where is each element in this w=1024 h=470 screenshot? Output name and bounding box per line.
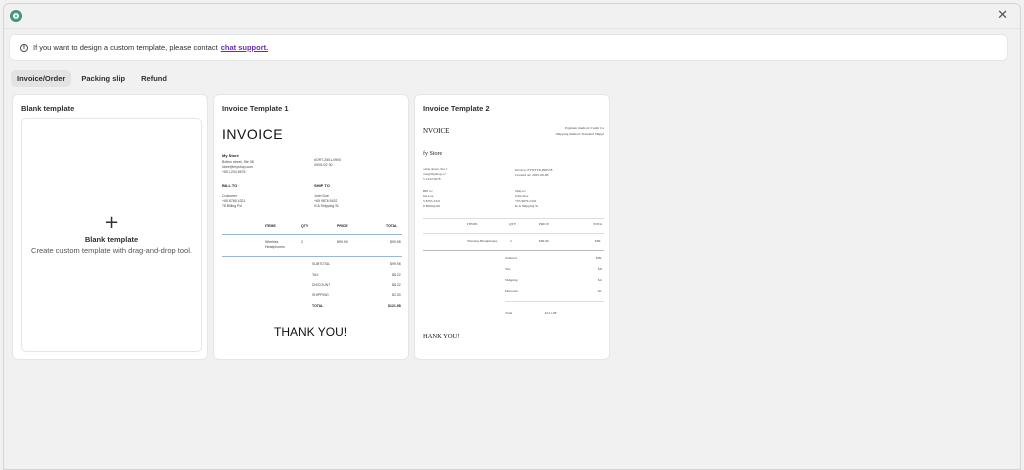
info-icon: i: [20, 43, 28, 52]
tab-packing-slip[interactable]: Packing slip: [75, 70, 131, 87]
preview-text: +65 1234 5678: [222, 170, 246, 174]
preview-text: Subtotal: [505, 256, 517, 260]
preview-text: Discount: [505, 289, 518, 293]
preview-text: $8.: [598, 267, 603, 271]
preview-text: TAX: [312, 273, 319, 277]
card-title: Blank template: [21, 104, 75, 113]
preview-text: 2: [510, 239, 512, 243]
preview-text: Headphones: [265, 245, 285, 249]
preview-text: ICA Shipping St: [314, 204, 339, 208]
preview-text: $121.98: [545, 311, 557, 315]
preview-text: $99.99: [539, 239, 549, 243]
preview-text: $99.: [596, 256, 603, 260]
preview-col-price: PRICE: [539, 222, 549, 226]
preview-invoice-heading: NVOICE: [423, 127, 450, 135]
card-title: Invoice Template 1: [222, 104, 289, 113]
banner-text: If you want to design a custom template,…: [33, 43, 218, 52]
preview-bill-to: BILL TO: [222, 183, 238, 188]
preview-store-name: fy Store: [423, 151, 443, 157]
preview-thank-you: THANK YOU!: [274, 325, 348, 339]
preview-store-name: My Store: [222, 153, 239, 158]
modal-header: ✕: [4, 4, 1020, 29]
preview-text: 78 Billing Rd: [222, 204, 242, 208]
plus-icon: +: [103, 212, 120, 233]
preview-total-value: $121.98: [388, 304, 401, 308]
preview-divider: [423, 250, 604, 251]
preview-col-total: TOTAL: [386, 224, 398, 228]
preview-col-items: ITEMS: [265, 224, 276, 228]
preview-text: $2.: [598, 278, 603, 282]
preview-text: 8 Billing Rd: [423, 204, 441, 208]
preview-divider: [505, 301, 604, 302]
preview-ship-to: SHIP TO: [314, 183, 330, 188]
preview-col-qty: QTY: [301, 224, 309, 228]
preview-text: 2: [301, 240, 303, 244]
invoice-template-1-card[interactable]: Invoice Template 1 INVOICE My Store Bolt…: [213, 94, 409, 360]
blank-template-heading: Blank template: [84, 235, 139, 244]
preview-divider: [423, 233, 604, 234]
preview-thank-you: HANK YOU!: [423, 333, 460, 340]
blank-template-description: Create custom template with drag-and-dro…: [31, 246, 192, 255]
invoice-template-1-preview[interactable]: INVOICE My Store Bolton street, Ste 08 s…: [222, 122, 403, 352]
preview-text: $99.98: [390, 262, 401, 266]
preview-text: SUBTOTAL: [312, 262, 331, 266]
template-type-tabs: Invoice/Order Packing slip Refund: [11, 70, 173, 87]
close-icon[interactable]: ✕: [997, 9, 1008, 23]
tab-refund[interactable]: Refund: [135, 70, 173, 87]
preview-text: Total: [505, 311, 513, 315]
preview-divider: [423, 218, 604, 219]
preview-text: Shipping method: Standard Shippi: [555, 132, 604, 136]
preview-text: $99.99: [337, 240, 348, 244]
preview-text: DISCOUNT: [312, 283, 331, 287]
preview-text: SHIPPING: [312, 293, 329, 297]
card-title: Invoice Template 2: [423, 104, 490, 113]
preview-text: -$1.: [597, 289, 603, 293]
preview-text: Shipping: [505, 278, 518, 282]
preview-text: 5 1234 5678: [423, 177, 441, 181]
preview-col-price: PRICE: [337, 224, 348, 228]
preview-text: Payment method: Credit Ca: [565, 126, 604, 130]
preview-text: $2.00: [392, 293, 401, 297]
preview-text: $99.98: [390, 240, 401, 244]
create-blank-template-button[interactable]: + Blank template Create custom template …: [21, 118, 202, 352]
chat-support-link[interactable]: chat support.: [221, 43, 269, 52]
preview-text: 09/01/22 30: [314, 163, 333, 167]
preview-col-total: TOTA: [593, 222, 602, 226]
preview-text: $8.22: [392, 283, 401, 287]
preview-col-qty: QTY: [509, 222, 517, 226]
preview-divider: [222, 234, 402, 235]
invoice-template-2-preview[interactable]: NVOICE Payment method: Credit Ca Shippin…: [423, 122, 604, 352]
tab-invoice-order[interactable]: Invoice/Order: [11, 70, 72, 87]
preview-text: Created on: 2025-09-08: [515, 173, 549, 177]
preview-text: Tax: [505, 267, 511, 271]
preview-col-items: ITEMS: [467, 222, 478, 226]
blank-template-card[interactable]: Blank template + Blank template Create c…: [12, 94, 208, 360]
preview-total-label: TOTAL: [312, 304, 324, 308]
preview-divider: [222, 256, 402, 257]
preview-invoice-heading: INVOICE: [222, 126, 284, 142]
preview-text: $99.: [595, 239, 602, 243]
preview-text: Wireless Headphones: [467, 239, 498, 243]
app-logo-icon: [10, 10, 22, 22]
info-banner: i If you want to design a custom templat…: [9, 34, 1008, 61]
invoice-template-2-card[interactable]: Invoice Template 2 NVOICE Payment method…: [414, 94, 610, 360]
preview-text: $8.22: [392, 273, 401, 277]
preview-text: ICA Shipping St: [515, 204, 539, 208]
